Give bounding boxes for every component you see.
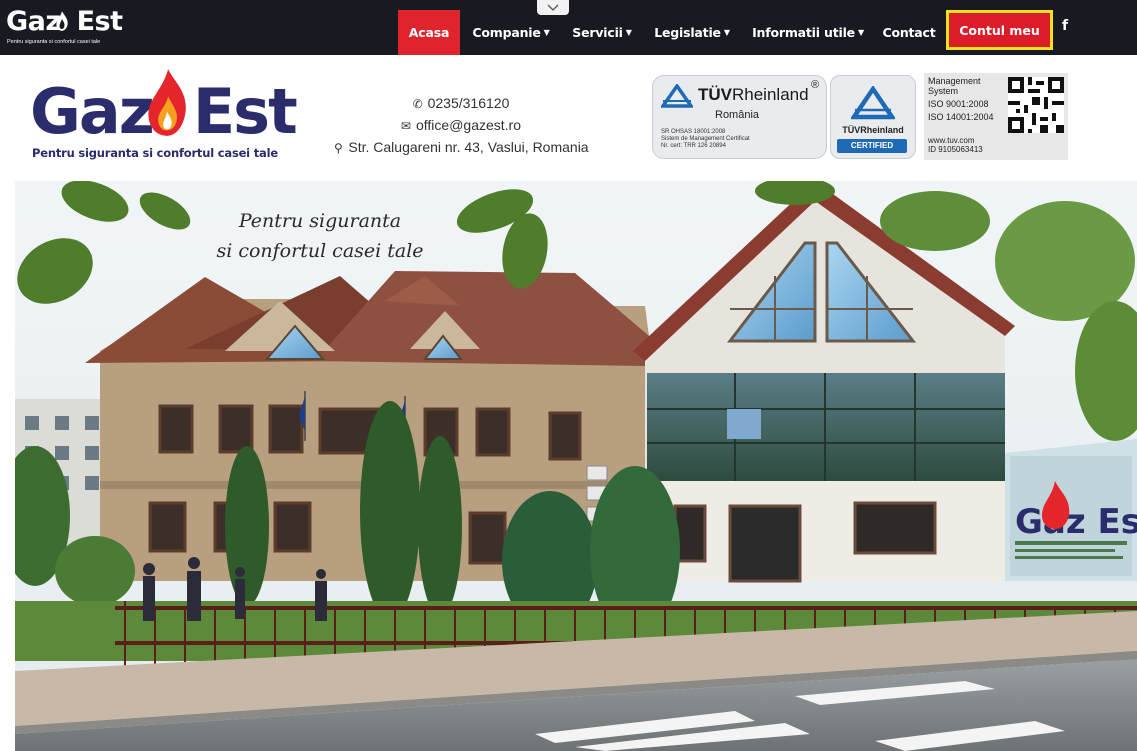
tuv-badge-name: TÜVRheinland bbox=[842, 125, 904, 135]
tuv-certified-badge: TÜVRheinland CERTIFIED bbox=[830, 75, 916, 159]
cert-line: SR OHSAS 18001:2008 bbox=[661, 129, 726, 135]
nav-item-label: Informatii utile bbox=[752, 25, 855, 40]
tuv-triangle-icon bbox=[851, 86, 895, 120]
hero-caption-line: Pentru siguranta bbox=[238, 210, 402, 232]
nav-item-label: Legislatie bbox=[654, 25, 721, 40]
facebook-icon[interactable]: f bbox=[1058, 18, 1072, 40]
nav-item-informatii-utile[interactable]: Informatii utile ▼ bbox=[747, 10, 869, 55]
tuv-ohsas-certificate: TÜVRheinland ® România SR OHSAS 18001:20… bbox=[652, 75, 827, 159]
contact-info: ✆ 0235/316120 ✉ office@gazest.ro ⚲ Str. Cal… bbox=[320, 92, 600, 158]
phone-number[interactable]: 0235/316120 bbox=[428, 95, 510, 111]
nav-item-label: Contact bbox=[882, 25, 936, 40]
navbar-logo[interactable]: Gaz Est Pentru siguranta si confortul cas… bbox=[6, 6, 136, 51]
caret-down-icon: ▼ bbox=[723, 28, 730, 37]
flame-icon bbox=[56, 11, 68, 31]
nav-item-legislatie[interactable]: Legislatie ▼ bbox=[648, 10, 736, 55]
nav-item-label: Companie bbox=[472, 25, 541, 40]
tuv-triangle-icon bbox=[661, 84, 693, 108]
caret-down-icon: ▼ bbox=[625, 28, 632, 37]
registered-mark: ® bbox=[811, 79, 820, 91]
cert-line: Nr. cert: TRR 126 20894 bbox=[661, 143, 726, 149]
caret-down-icon: ▼ bbox=[543, 28, 550, 37]
phone-icon: ✆ bbox=[412, 97, 423, 111]
hero-caption-line: si confortul casei tale bbox=[216, 240, 424, 262]
nav-item-label: Servicii bbox=[572, 25, 623, 40]
ms-line: ID 9105063413 bbox=[928, 145, 983, 154]
tuv-country: România bbox=[715, 109, 760, 121]
nav-item-servicii[interactable]: Servicii ▼ bbox=[566, 10, 638, 55]
ms-line: ISO 9001:2008 bbox=[928, 99, 989, 109]
envelope-icon: ✉ bbox=[400, 119, 412, 133]
ms-line: Management bbox=[928, 76, 981, 86]
qr-code-icon bbox=[1008, 77, 1064, 133]
phone-row: ✆ 0235/316120 bbox=[320, 92, 600, 114]
hero-caption: Pentru siguranta si confortul casei tale bbox=[200, 206, 440, 266]
nav-item-companie[interactable]: Companie ▼ bbox=[466, 10, 556, 55]
nav-item-contact[interactable]: Contact bbox=[876, 10, 942, 55]
caret-down-icon: ▼ bbox=[857, 28, 864, 37]
certified-label: CERTIFIED bbox=[837, 139, 907, 153]
billboard-text: Gaz Est bbox=[1015, 502, 1137, 542]
nav-item-acasa[interactable]: Acasa bbox=[398, 10, 460, 55]
brand-tagline: Pentru siguranta si confortul casei tale bbox=[32, 146, 278, 160]
cert-line: Sistem de Management Certificat bbox=[661, 136, 750, 142]
hero-photo: Gaz Est bbox=[15, 181, 1137, 751]
top-navbar: Gaz Est Pentru siguranta si confortul cas… bbox=[0, 0, 1137, 55]
address-row: ⚲ Str. Calugareni nr. 43, Vaslui, Romania bbox=[320, 136, 600, 158]
nav-item-label: Acasa bbox=[408, 25, 450, 40]
ms-line: System bbox=[928, 86, 959, 96]
ms-line: ISO 14001:2004 bbox=[928, 112, 994, 122]
brand-logo[interactable]: Gaz Est Pentru siguranta si confortul cas… bbox=[30, 66, 298, 166]
tuv-brand-name: TÜVRheinland bbox=[698, 85, 809, 104]
email-address[interactable]: office@gazest.ro bbox=[416, 117, 521, 133]
account-button[interactable]: Contul meu bbox=[946, 10, 1053, 50]
email-row: ✉ office@gazest.ro bbox=[320, 114, 600, 136]
account-button-label: Contul meu bbox=[959, 22, 1040, 38]
building-illustration: Gaz Est bbox=[15, 181, 1137, 751]
flame-icon bbox=[148, 69, 186, 136]
street-address: Str. Calugareni nr. 43, Vaslui, Romania bbox=[348, 139, 589, 155]
navbar-logo-tagline: Pentru siguranta si confortul casei tale bbox=[7, 39, 101, 45]
management-system-certificate: Management System ISO 9001:2008 ISO 1400… bbox=[924, 73, 1068, 160]
map-marker-icon: ⚲ bbox=[333, 141, 343, 155]
